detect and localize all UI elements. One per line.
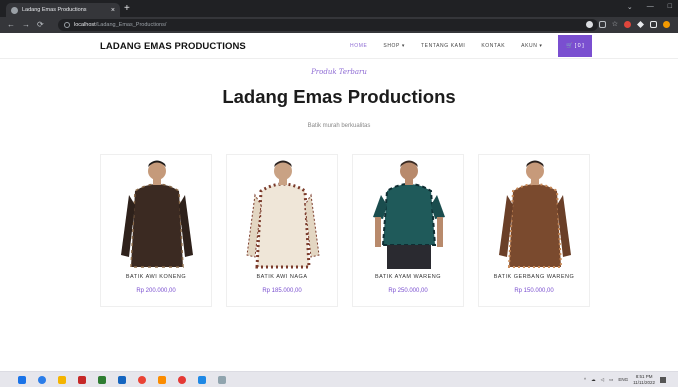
app-icon[interactable] bbox=[218, 376, 226, 384]
url-text: localhost/Ladang_Emas_Productions/ bbox=[74, 22, 167, 28]
main-menu: HOME SHOP ▾ TENTANG KAMI KONTAK AKUN ▾ bbox=[350, 43, 543, 49]
vscode-icon[interactable] bbox=[198, 376, 206, 384]
menu-kontak[interactable]: KONTAK bbox=[481, 43, 505, 49]
language-indicator[interactable]: ENG bbox=[618, 377, 628, 382]
xampp-icon[interactable] bbox=[98, 376, 106, 384]
product-name[interactable]: BATIK AWI KONENG bbox=[101, 274, 211, 280]
network-icon[interactable]: ▭ bbox=[609, 377, 613, 383]
menu-shop[interactable]: SHOP ▾ bbox=[383, 43, 405, 49]
extensions-puzzle-icon[interactable] bbox=[637, 21, 644, 28]
share-icon[interactable] bbox=[598, 21, 606, 28]
clock-time: 8:51 PM bbox=[635, 374, 653, 379]
minimize-button[interactable]: — bbox=[647, 3, 654, 11]
menu-akun[interactable]: AKUN ▾ bbox=[521, 43, 542, 49]
clock-date: 11/11/2022 bbox=[633, 379, 655, 385]
product-image[interactable] bbox=[101, 155, 213, 270]
site-info-icon[interactable] bbox=[64, 22, 70, 28]
forward-arrow-icon[interactable]: → bbox=[22, 21, 30, 29]
address-bar[interactable]: localhost/Ladang_Emas_Productions/ bbox=[58, 19, 598, 31]
browser-tab-strip: Ladang Emas Productions × + ⌄ — □ bbox=[0, 0, 678, 17]
menu-tentang-kami[interactable]: TENTANG KAMI bbox=[421, 43, 465, 49]
page-title: Ladang Emas Productions bbox=[222, 86, 456, 107]
tab-title: Ladang Emas Productions bbox=[22, 7, 87, 13]
menu-home[interactable]: HOME bbox=[350, 43, 367, 49]
browser-tab[interactable]: Ladang Emas Productions × bbox=[6, 3, 120, 17]
product-name[interactable]: BATIK AWI NAGA bbox=[227, 274, 337, 280]
reload-icon[interactable]: ⟳ bbox=[37, 21, 44, 29]
clock[interactable]: 8:51 PM 11/11/2022 bbox=[633, 374, 655, 385]
site-brand[interactable]: LADANG EMAS PRODUCTIONS bbox=[100, 41, 246, 52]
section-kicker: Produk Terbaru bbox=[311, 68, 367, 76]
cart-button[interactable]: 🛒 [ 0 ] bbox=[558, 35, 592, 57]
back-arrow-icon[interactable]: ← bbox=[7, 21, 15, 29]
tray-chevron-icon[interactable]: ^ bbox=[584, 377, 586, 382]
sublime-icon[interactable] bbox=[158, 376, 166, 384]
google-lens-icon[interactable] bbox=[585, 21, 593, 28]
word-icon[interactable] bbox=[118, 376, 126, 384]
bookmark-star-icon[interactable]: ☆ bbox=[612, 21, 618, 28]
app-icon[interactable] bbox=[178, 376, 186, 384]
notification-icon[interactable] bbox=[660, 376, 666, 383]
new-tab-button[interactable]: + bbox=[124, 3, 130, 14]
system-tray: ^ ☁ ◁ ▭ ENG 8:51 PM 11/11/2022 bbox=[584, 374, 666, 385]
extension-icon[interactable] bbox=[624, 21, 631, 28]
profile-avatar-icon[interactable] bbox=[663, 21, 670, 28]
volume-icon[interactable]: ◁ bbox=[601, 377, 604, 383]
product-card[interactable]: BATIK AYAM WARENG Rp 250.000,00 bbox=[352, 154, 464, 307]
product-card[interactable]: BATIK AWI NAGA Rp 185.000,00 bbox=[226, 154, 338, 307]
product-name[interactable]: BATIK GERBANG WARENG bbox=[479, 274, 589, 280]
chrome-icon[interactable] bbox=[138, 376, 146, 384]
product-price: Rp 185.000,00 bbox=[262, 288, 302, 294]
app-icon[interactable] bbox=[78, 376, 86, 384]
product-image[interactable] bbox=[479, 155, 591, 270]
product-price: Rp 150.000,00 bbox=[514, 288, 554, 294]
tab-close-icon[interactable]: × bbox=[111, 7, 115, 14]
page-subtitle: Batik murah berkualitas bbox=[307, 123, 371, 129]
maximize-button[interactable]: □ bbox=[668, 3, 672, 11]
product-card[interactable]: BATIK GERBANG WARENG Rp 150.000,00 bbox=[478, 154, 590, 307]
cloud-icon[interactable]: ☁ bbox=[591, 377, 596, 383]
site-favicon-icon bbox=[11, 6, 18, 14]
product-price: Rp 250.000,00 bbox=[388, 288, 428, 294]
edge-icon[interactable] bbox=[38, 376, 46, 384]
tab-search-icon[interactable]: ⌄ bbox=[627, 3, 633, 11]
start-windows-icon[interactable] bbox=[18, 376, 26, 384]
product-name[interactable]: BATIK AYAM WARENG bbox=[353, 274, 463, 280]
window-controls: ⌄ — □ bbox=[627, 3, 672, 11]
product-image[interactable] bbox=[227, 155, 339, 270]
taskbar-apps bbox=[18, 376, 226, 384]
windows-taskbar: ^ ☁ ◁ ▭ ENG 8:51 PM 11/11/2022 bbox=[0, 371, 678, 387]
toolbar-icons: ☆ bbox=[585, 21, 670, 28]
file-explorer-icon[interactable] bbox=[58, 376, 66, 384]
product-price: Rp 200.000,00 bbox=[136, 288, 176, 294]
browser-toolbar: ← → ⟳ localhost/Ladang_Emas_Productions/… bbox=[0, 17, 678, 33]
product-card[interactable]: BATIK AWI KONENG Rp 200.000,00 bbox=[100, 154, 212, 307]
side-panel-icon[interactable] bbox=[650, 21, 657, 28]
product-image[interactable] bbox=[353, 155, 465, 270]
